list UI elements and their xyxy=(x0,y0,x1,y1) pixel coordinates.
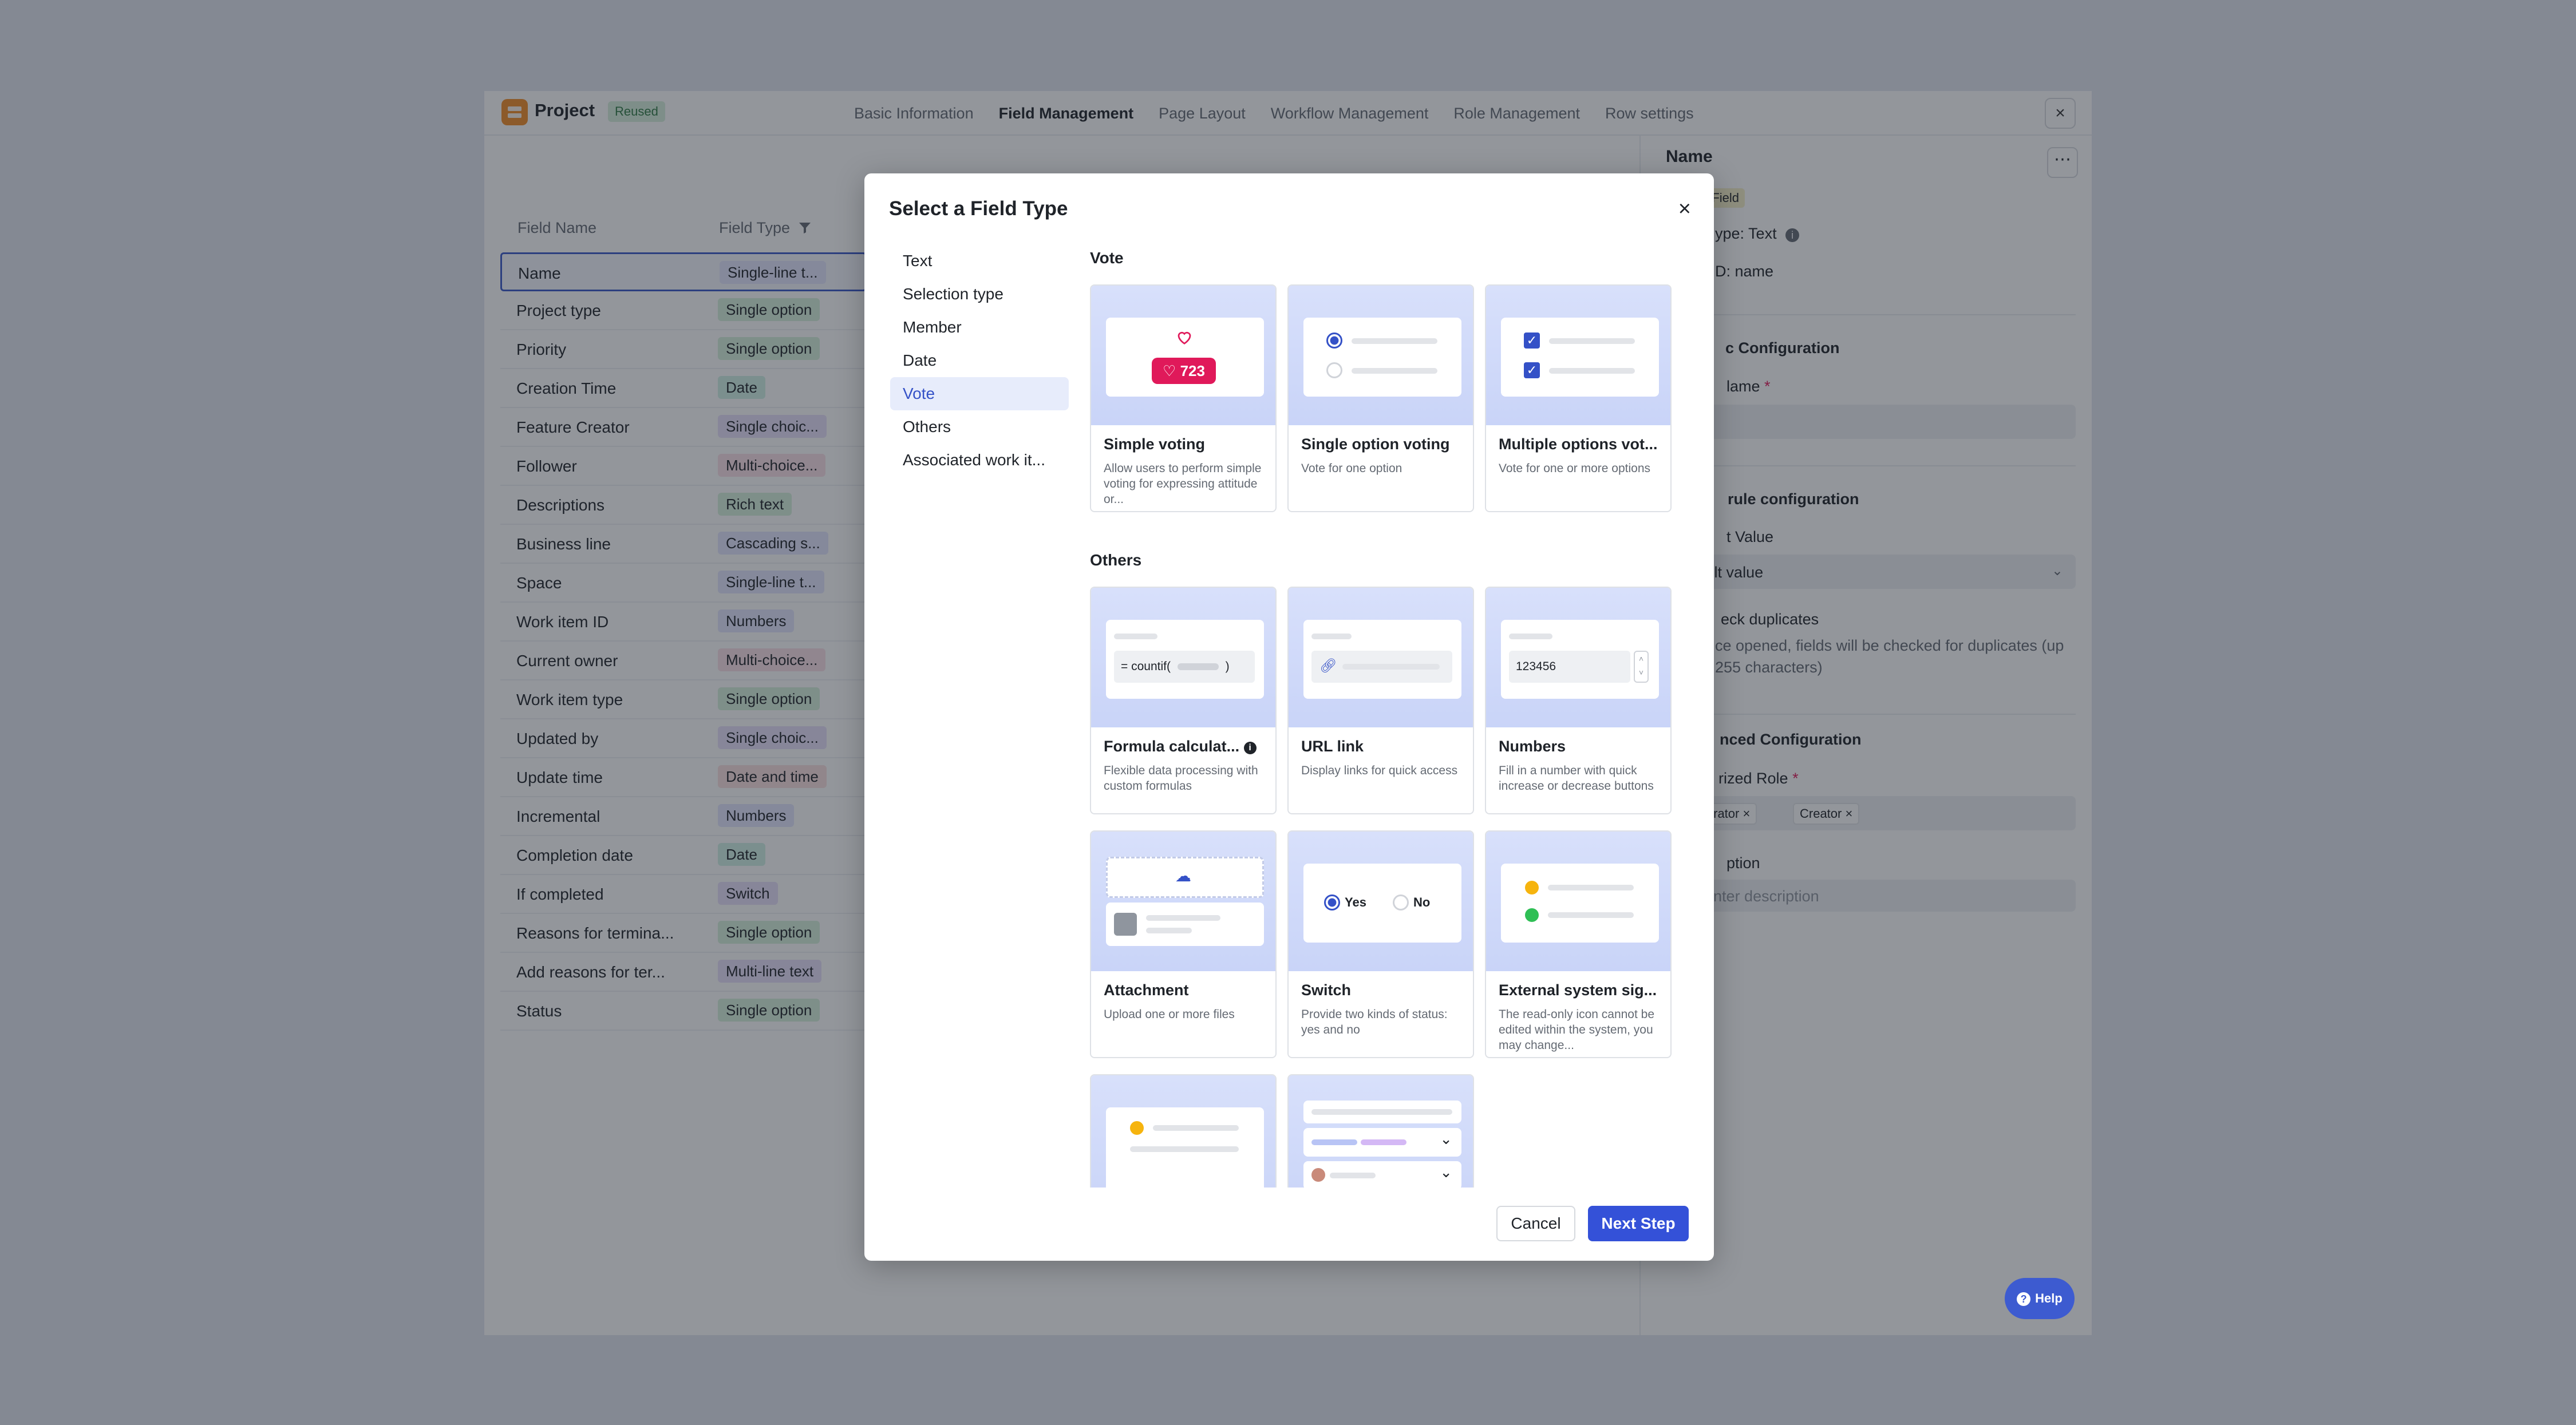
card-preview: 🔗︎ xyxy=(1289,588,1473,727)
checkbox-checked-icon: ✓ xyxy=(1524,362,1540,378)
category-others[interactable]: Others xyxy=(890,410,1069,444)
file-icon xyxy=(1114,913,1137,936)
card-preview xyxy=(1486,832,1670,971)
card-name: Multiple options vot... xyxy=(1499,436,1658,453)
card-desc: Vote for one or more options xyxy=(1499,462,1650,475)
close-icon: × xyxy=(1678,197,1691,221)
card-name: Numbers xyxy=(1499,738,1566,755)
category-date[interactable]: Date xyxy=(890,344,1069,377)
category-member[interactable]: Member xyxy=(890,311,1069,344)
section-others-heading: Others xyxy=(1090,551,1142,569)
card-desc: Fill in a number with quick increase or … xyxy=(1499,764,1654,793)
chevron-down-icon: ⌄ xyxy=(1440,1130,1452,1147)
category-selection-type[interactable]: Selection type xyxy=(890,278,1069,311)
card-desc: Allow users to perform simple voting for… xyxy=(1104,462,1262,506)
card-desc: Provide two kinds of status: yes and no xyxy=(1301,1008,1448,1036)
help-icon: ? xyxy=(2017,1292,2031,1307)
card-numbers[interactable]: 123456 ˄ ˅ Numbers Fill in a number with … xyxy=(1485,587,1672,814)
card-formula-calculation[interactable]: = countif( ) Formula calculat... i Flexi… xyxy=(1090,587,1277,814)
next-step-button[interactable]: Next Step xyxy=(1588,1206,1689,1241)
card-desc: Upload one or more files xyxy=(1104,1008,1235,1021)
switch-yes-label: Yes xyxy=(1345,895,1366,909)
dialog-title: Select a Field Type xyxy=(889,197,1068,220)
card-preview: 123456 ˄ ˅ xyxy=(1486,588,1670,727)
card-name: URL link xyxy=(1301,738,1364,755)
card-preview: ♡ 723 xyxy=(1091,286,1275,425)
card-preview: ⌄ ⌄ xyxy=(1289,1075,1473,1188)
card-partial-2[interactable]: ⌄ ⌄ xyxy=(1287,1074,1474,1188)
avatar xyxy=(1311,1168,1325,1182)
card-name: Formula calculat... i xyxy=(1104,738,1264,755)
stepper-icon: ˄ ˅ xyxy=(1634,651,1649,683)
radio-unchecked-icon xyxy=(1393,894,1409,911)
card-desc: Vote for one option xyxy=(1301,462,1402,475)
link-icon: 🔗︎ xyxy=(1319,658,1337,674)
cancel-button[interactable]: Cancel xyxy=(1496,1206,1575,1241)
card-preview: ☁︎ xyxy=(1091,832,1275,971)
chevron-down-icon: ⌄ xyxy=(1440,1163,1452,1181)
card-preview: ✓ ✓ xyxy=(1486,286,1670,425)
yellow-dot-icon xyxy=(1130,1121,1144,1135)
card-external-system-signal[interactable]: External system sig... The read-only ico… xyxy=(1485,830,1672,1058)
card-name: Single option voting xyxy=(1301,436,1450,453)
help-button[interactable]: ? Help xyxy=(2005,1278,2075,1319)
info-icon: i xyxy=(1243,742,1257,754)
number-preview: 123456 xyxy=(1509,651,1630,683)
card-preview xyxy=(1289,286,1473,425)
category-text[interactable]: Text xyxy=(890,244,1069,278)
card-desc: Display links for quick access xyxy=(1301,764,1458,777)
upload-cloud-icon: ☁︎ xyxy=(1175,867,1191,885)
vote-count-badge: ♡ 723 xyxy=(1152,358,1216,384)
card-name: Simple voting xyxy=(1104,436,1206,453)
checkbox-checked-icon: ✓ xyxy=(1524,332,1540,349)
card-name: Attachment xyxy=(1104,981,1189,999)
green-dot-icon xyxy=(1525,908,1539,922)
yellow-dot-icon xyxy=(1525,881,1539,894)
section-vote-heading: Vote xyxy=(1090,249,1124,267)
card-multiple-options-voting[interactable]: ✓ ✓ Multiple options vot... Vote for one… xyxy=(1485,284,1672,512)
card-desc: The read-only icon cannot be edited with… xyxy=(1499,1008,1655,1052)
card-preview: Yes No xyxy=(1289,832,1473,971)
dialog-close-button[interactable]: × xyxy=(1678,197,1691,220)
card-name: External system sig... xyxy=(1499,981,1657,999)
select-field-type-dialog: Select a Field Type × Text Selection typ… xyxy=(864,173,1714,1261)
card-simple-voting[interactable]: ♡ 723 Simple voting Allow users to perfo… xyxy=(1090,284,1277,512)
card-attachment[interactable]: ☁︎ Attachment Upload one or more files xyxy=(1090,830,1277,1058)
card-desc: Flexible data processing with custom for… xyxy=(1104,764,1258,793)
card-preview: = countif( ) xyxy=(1091,588,1275,727)
category-nav: Text Selection type Member Date Vote Oth… xyxy=(890,244,1069,477)
field-type-list[interactable]: Vote ♡ 723 Simple voting Allow users to … xyxy=(1090,242,1693,1188)
category-associated-work-item[interactable]: Associated work it... xyxy=(890,444,1069,477)
formula-snippet: = countif( ) xyxy=(1114,651,1255,683)
switch-no-label: No xyxy=(1413,895,1431,909)
heart-icon xyxy=(1178,331,1191,345)
category-vote[interactable]: Vote xyxy=(890,377,1069,410)
radio-checked-icon xyxy=(1324,894,1340,911)
card-partial-1[interactable] xyxy=(1090,1074,1277,1188)
card-switch[interactable]: Yes No Switch Provide two kinds of statu… xyxy=(1287,830,1474,1058)
card-url-link[interactable]: 🔗︎ URL link Display links for quick acce… xyxy=(1287,587,1474,814)
card-single-option-voting[interactable]: Single option voting Vote for one option xyxy=(1287,284,1474,512)
radio-checked-icon xyxy=(1326,332,1342,349)
card-name: Switch xyxy=(1301,981,1352,999)
radio-unchecked-icon xyxy=(1326,362,1342,378)
card-preview xyxy=(1091,1075,1275,1188)
